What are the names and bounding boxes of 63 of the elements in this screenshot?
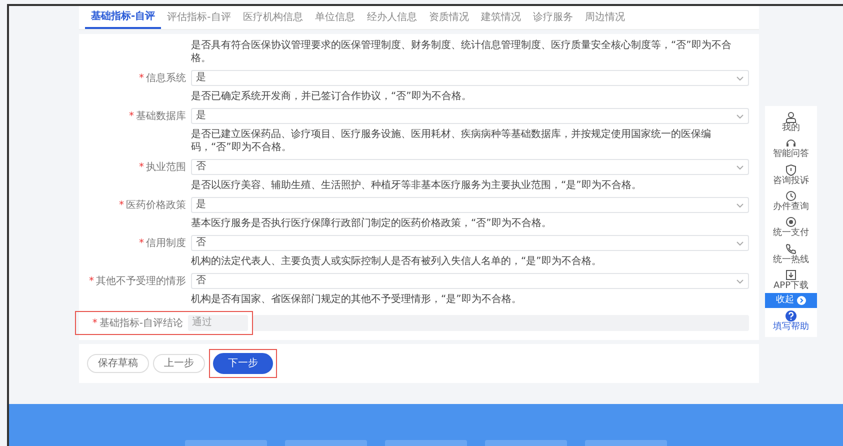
field-label: * 其他不予受理的情形 xyxy=(88,274,187,288)
field-label: * 医药价格政策 xyxy=(118,198,187,212)
tab[interactable]: 评估指标-自评 xyxy=(161,6,237,29)
required-mark: * xyxy=(89,276,94,286)
sidebar-item[interactable]: 统一支付 xyxy=(765,214,817,241)
sidebar-item[interactable]: APP下载 xyxy=(765,267,817,294)
tab[interactable]: 建筑情况 xyxy=(474,6,527,29)
field-label: * 基础指标-自评结论 xyxy=(91,316,184,330)
sidebar-item[interactable]: 办件查询 xyxy=(765,188,817,214)
field-label: * 信用制度 xyxy=(138,236,187,250)
field-description: 是否具有符合医保协议管理要求的医保管理制度、财务制度、统计信息管理制度、医疗质量安全核心制度等，“否”即为不合格。 xyxy=(191,38,732,66)
collapse-button[interactable]: 收起 xyxy=(765,293,817,308)
required-mark: * xyxy=(119,200,124,210)
shield-icon xyxy=(785,164,797,176)
field-description: 机构是否有国家、省医保部门规定的其他不予受理情形，“是”即为不合格。 xyxy=(191,292,522,307)
select-field[interactable]: 否 xyxy=(191,235,749,251)
tab[interactable]: 诊疗服务 xyxy=(526,6,579,29)
target-icon xyxy=(785,216,797,228)
tab[interactable]: 经办人信息 xyxy=(360,6,423,29)
tab[interactable]: 周边情况 xyxy=(578,6,631,29)
chevron-down-icon xyxy=(736,164,744,170)
chevron-down-icon xyxy=(736,114,744,118)
field-description: 是否已确定系统开发商，并已签订合作协议，“否”即为不合格。 xyxy=(191,90,472,104)
select-field[interactable]: 是 xyxy=(191,197,749,213)
help-button[interactable]: 填写帮助 xyxy=(765,308,817,334)
select-field[interactable]: 是 xyxy=(191,108,749,124)
chevron-down-icon xyxy=(736,202,744,208)
sidebar-item[interactable]: 智能问答 xyxy=(765,135,817,162)
person-icon xyxy=(785,111,797,123)
tab[interactable]: 资质情况 xyxy=(422,6,475,29)
select-field[interactable]: 是 xyxy=(191,70,749,86)
download-icon xyxy=(785,269,797,282)
field-description: 基本医疗服务是否执行医疗保障行政部门制定的医药价格政策，“否”即为不合格。 xyxy=(191,216,552,231)
next-button[interactable]: 下一步 xyxy=(213,353,273,374)
field-description: 是否以医疗美容、辅助生殖、生活照护、种植牙等非基本医疗服务为主要执业范围，“是”即为不合格。 xyxy=(191,178,642,193)
sidebar-item[interactable]: 咨询投诉 xyxy=(765,162,817,188)
clock-icon xyxy=(785,190,797,202)
step-button[interactable]: 保存草稿 xyxy=(87,354,149,373)
chevron-circle-icon xyxy=(797,296,806,306)
chevron-down-icon xyxy=(736,240,744,246)
required-mark: * xyxy=(139,162,144,172)
sidebar-item[interactable]: 统一热线 xyxy=(765,240,817,268)
step-button[interactable]: 上一步 xyxy=(153,354,205,373)
field-description: 机构的法定代表人、主要负责人或实际控制人是否有被列入失信人名单的，“是”即为不合格。 xyxy=(191,254,602,269)
field-label: * 执业范围 xyxy=(138,160,187,174)
sidebar-item[interactable]: 我的 xyxy=(765,109,817,136)
select-field[interactable]: 否 xyxy=(191,159,749,175)
chevron-down-icon xyxy=(736,76,744,80)
tab[interactable]: 医疗机构信息 xyxy=(236,6,309,29)
headset-icon xyxy=(785,137,797,150)
field-label: * 信息系统 xyxy=(138,72,187,86)
field-description: 是否已建立医保药品、诊疗项目、医疗服务设施、医用耗材、疾病病种等基础数据库，并按规定使用国家统一的医保编码，“否”即为不合格。 xyxy=(191,128,712,155)
tab[interactable]: 基础指标-自评 xyxy=(85,6,162,29)
tab[interactable]: 单位信息 xyxy=(308,6,361,29)
help-icon xyxy=(785,310,797,322)
required-mark: * xyxy=(129,110,134,122)
required-mark: * xyxy=(92,318,98,328)
required-mark: * xyxy=(139,238,144,248)
required-mark: * xyxy=(139,72,144,84)
chevron-down-icon xyxy=(736,278,744,284)
phone-icon xyxy=(785,242,797,255)
field-label: * 基础数据库 xyxy=(128,110,187,124)
select-field[interactable]: 否 xyxy=(191,273,749,289)
